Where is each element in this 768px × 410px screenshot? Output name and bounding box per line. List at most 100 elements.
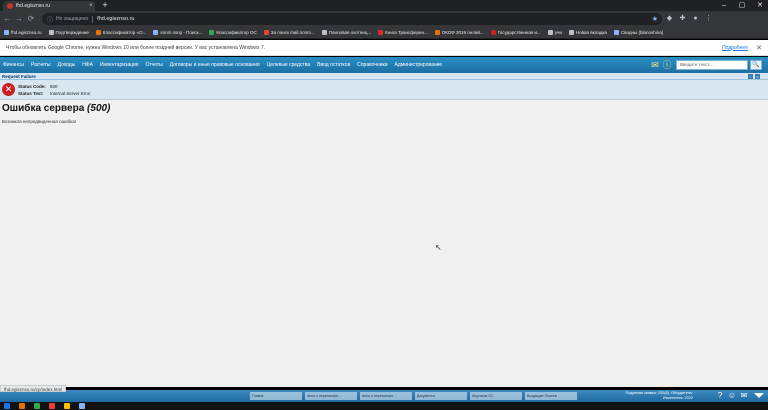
app-menu-item[interactable]: Справочники (357, 62, 387, 68)
app-menu-item[interactable]: Расчеты (31, 62, 51, 68)
user-icon[interactable]: ☺ (726, 391, 738, 401)
error-panel-title: Request Failure (2, 73, 36, 79)
bookmark-favicon-icon (263, 30, 269, 35)
app-search-input[interactable]: Введите текст... (676, 60, 748, 70)
collapse-arrow-icon[interactable] (754, 393, 764, 398)
panel-restore-icon[interactable]: ▫ (748, 74, 753, 79)
url-text[interactable]: fhd.egisznso.ru (97, 16, 134, 22)
help-icon[interactable]: ? (714, 391, 726, 401)
tab-close-icon[interactable]: × (87, 3, 95, 9)
browser-window: fhd.egisznso.ru × + – ▢ ✕ ← → ⟳ ⓘ Не защ… (0, 0, 768, 410)
bottom-tab[interactable]: Документы (415, 392, 467, 400)
bookmark-item[interactable]: Сводны (blanovhina) (613, 30, 664, 35)
address-bar[interactable]: ⓘ Не защищено fhd.egisznso.ru ★ (42, 13, 662, 25)
menu-kebab-icon[interactable]: ⋮ (703, 13, 714, 25)
site-info-icon[interactable]: ⓘ (47, 15, 53, 24)
app-menu-item[interactable]: Доходы (58, 62, 76, 68)
bookmark-label: ОКОФ 2019 онлай... (441, 30, 484, 35)
taskbar-start-icon[interactable] (4, 403, 10, 409)
bookmark-favicon-icon (547, 30, 553, 35)
bookmark-favicon-icon (95, 30, 101, 35)
bookmark-item[interactable]: учи (547, 30, 562, 35)
info-icon[interactable]: ⓘ (661, 59, 673, 71)
bookmark-label: Классификатор «О... (102, 30, 147, 35)
bookmark-item[interactable]: Государственная и... (490, 30, 541, 35)
divider (92, 15, 94, 23)
app-menu-item[interactable]: Целевые средства (267, 62, 310, 68)
mail-icon[interactable]: ✉ (738, 391, 750, 401)
reload-button[interactable]: ⟳ (26, 13, 36, 25)
new-tab-button[interactable]: + (100, 1, 110, 10)
mail-icon[interactable]: ✉ (649, 59, 661, 71)
back-button[interactable]: ← (2, 13, 12, 25)
bookmark-item[interactable]: Книга Трансферен... (378, 30, 428, 35)
error-icon: ✕ (2, 83, 15, 96)
infobar-close-icon[interactable]: ✕ (756, 44, 762, 52)
bookmark-label: Сводны (blanovhina) (620, 30, 664, 35)
bookmark-item[interactable]: Классификатор ОС (209, 30, 257, 35)
profile-avatar-icon[interactable]: ● (690, 13, 701, 25)
browser-tab[interactable]: fhd.egisznso.ru × (3, 1, 95, 11)
status-text-value: Internal Server Error (50, 90, 91, 96)
tab-strip: fhd.egisznso.ru × + – ▢ ✕ (0, 0, 768, 11)
app-menu-item[interactable]: Отчеты (145, 62, 162, 68)
bookmark-label: За поиск mail.nonm... (270, 30, 315, 35)
infobar-more-link[interactable]: Подробнее (722, 45, 748, 51)
maximize-button[interactable]: ▢ (734, 0, 750, 11)
bookmark-label: sonm ssnp - Поиск... (160, 30, 203, 35)
window-close-button[interactable]: ✕ (752, 0, 768, 11)
bottom-tab[interactable]: Главна (250, 392, 302, 400)
bottom-tabs: Главна Акты о пересмотре... Акты о пересмо… (250, 392, 580, 400)
page-title: Ошибка сервера (500) (0, 103, 768, 114)
mouse-cursor-icon: ↖ (435, 243, 442, 252)
extension-icon[interactable]: ◆ (664, 13, 675, 25)
bottom-tab[interactable]: Акты о пересмотре... (360, 392, 412, 400)
bottom-tab[interactable]: Входящие Платеж (525, 392, 577, 400)
infobar-message: Чтобы обновлять Google Chrome, нужна Win… (6, 44, 266, 51)
taskbar-app-icon[interactable] (19, 403, 25, 409)
bookmarks-bar: fhd.egisznso.ru Подтверждение Классификато… (0, 27, 768, 39)
panel-close-icon[interactable]: × (755, 74, 760, 79)
status-url: fhd.egisznso.ru/cp/index.html (0, 385, 67, 392)
bookmark-label: fhd.egisznso.ru (11, 30, 42, 35)
bottom-tab[interactable]: Акты о пересмотре... (305, 392, 357, 400)
app-menu-item[interactable]: Инвентаризация (100, 62, 139, 68)
bookmark-item[interactable]: Поиловая охотниц... (321, 30, 371, 35)
app-menu-item[interactable]: Договоры и иные правовые основания (170, 62, 260, 68)
appbar-icons: ✉ ⓘ (649, 59, 673, 71)
bookmark-item[interactable]: fhd.egisznso.ru (4, 30, 42, 35)
app-search-button[interactable]: 🔍 (750, 60, 762, 70)
bookmark-favicon-icon (378, 30, 384, 35)
minimize-button[interactable]: – (716, 0, 732, 11)
forward-button[interactable]: → (14, 13, 24, 25)
error-panel-header: Request Failure ▫ × (0, 73, 768, 80)
main-content: Request Failure ▫ × ✕ Status Code: 500 S… (0, 73, 768, 387)
bookmark-item[interactable]: Классификатор «О... (95, 30, 147, 35)
taskbar-app-icon[interactable] (64, 403, 70, 409)
taskbar-app-icon[interactable] (34, 403, 40, 409)
app-menu-item[interactable]: НФА (82, 62, 93, 68)
bookmark-item[interactable]: Новая вкладка (568, 30, 607, 35)
bookmark-item[interactable]: ОКОФ 2019 онлай... (434, 30, 484, 35)
browser-toolbar: ← → ⟳ ⓘ Не защищено fhd.egisznso.ru ★ ◆ … (0, 11, 768, 27)
taskbar-app-icon[interactable] (49, 403, 55, 409)
taskbar-app-icon[interactable] (79, 403, 85, 409)
tab-title: fhd.egisznso.ru (16, 3, 50, 9)
app-menu-item[interactable]: Ввод остатков (317, 62, 350, 68)
bookmark-label: Классификатор ОС (216, 30, 257, 35)
bookmark-item[interactable]: Подтверждение (48, 30, 89, 35)
bottom-info: Поданная заявка: 152(8), Обсудитель: Изм… (625, 391, 693, 401)
bookmark-favicon-icon (48, 30, 54, 35)
app-menu-item[interactable]: Финансы (3, 62, 24, 68)
extensions-puzzle-icon[interactable]: ✚ (677, 13, 688, 25)
bookmark-label: Государственная и... (497, 30, 541, 35)
bookmark-favicon-icon (490, 30, 496, 35)
bookmark-item[interactable]: За поиск mail.nonm... (263, 30, 315, 35)
bookmark-label: Книга Трансферен... (385, 30, 428, 35)
bookmark-item[interactable]: sonm ssnp - Поиск... (153, 30, 202, 35)
taskbar (0, 402, 768, 410)
app-menu-item[interactable]: Администрирование (395, 62, 443, 68)
bookmark-label: Подтверждение (55, 30, 89, 35)
bookmark-star-icon[interactable]: ★ (652, 15, 658, 23)
bottom-tab[interactable]: Журналы ОС (470, 392, 522, 400)
